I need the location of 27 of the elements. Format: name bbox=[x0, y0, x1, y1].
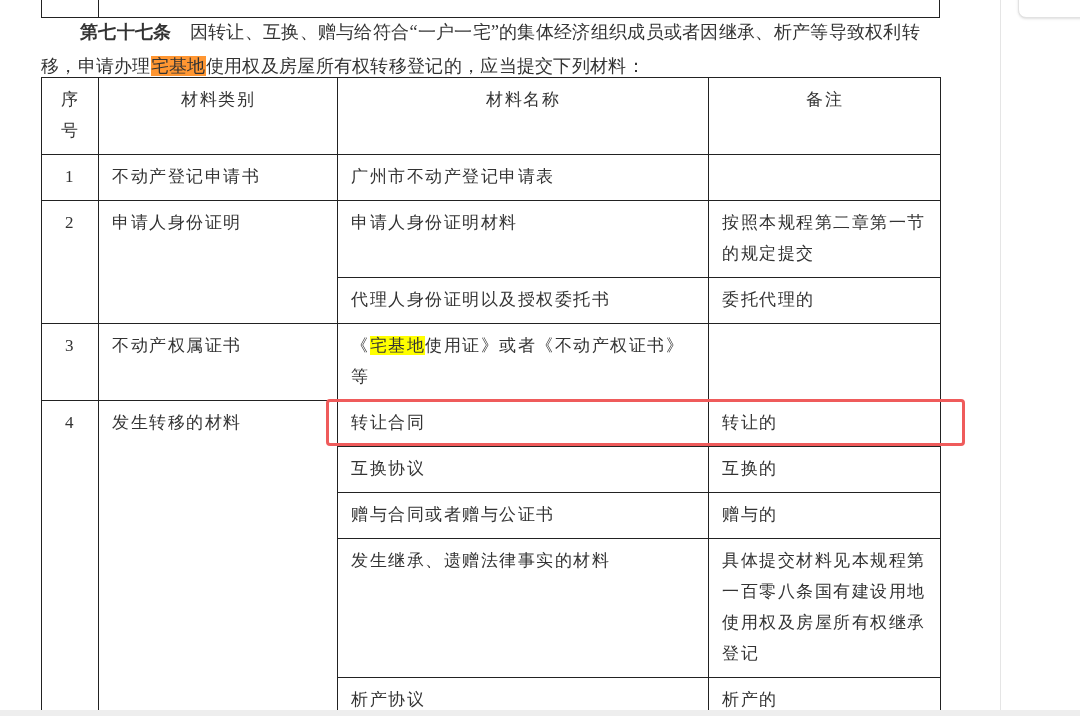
column-header: 序号 bbox=[41, 77, 99, 155]
cell-text: 《宅基地使用证》或者《不动产权证书》等 bbox=[351, 335, 685, 388]
cell-text: 广州市不动产登记申请表 bbox=[351, 166, 556, 188]
cell-text: 代理人身份证明以及授权委托书 bbox=[351, 289, 611, 311]
table-cell: 3 bbox=[41, 323, 99, 401]
cell-text: 赠与的 bbox=[722, 505, 778, 524]
column-header: 材料名称 bbox=[337, 77, 709, 155]
cell-text: 互换的 bbox=[722, 459, 778, 478]
cell-text: 具体提交材料见本规程第一百零八条国有建设用地使用权及房屋所有权继承登记 bbox=[722, 551, 926, 663]
cell-text: 按照本规程第二章第一节的规定提交 bbox=[722, 213, 926, 263]
column-header: 备注 bbox=[708, 77, 941, 155]
cell-text: 赠与合同或者赠与公证书 bbox=[351, 504, 556, 526]
cell-text: 转让合同 bbox=[351, 412, 426, 434]
cell-text: 析产协议 bbox=[351, 689, 426, 710]
cell-text: 发生继承、遗赠法律事实的材料 bbox=[351, 550, 611, 572]
cell-text: 互换协议 bbox=[351, 458, 426, 480]
column-header: 材料类别 bbox=[98, 77, 338, 155]
table-cell: 1 bbox=[41, 154, 99, 201]
table-cell: 申请人身份证明 bbox=[98, 200, 338, 324]
table-cell: 2 bbox=[41, 200, 99, 324]
article-paragraph: 第七十七条 因转让、互换、赠与给符合“一户一宅”的集体经济组织成员或者因继承、析产等导致权利转移，申请办理宅基地使用权及房屋所有权转移登记的，应当提交下列材料： bbox=[41, 21, 921, 78]
cell-text: 转让的 bbox=[722, 413, 778, 432]
table-cell: 不动产权属证书 bbox=[98, 323, 338, 401]
cell-text: 申请人身份证明材料 bbox=[351, 212, 519, 234]
table-cell: 不动产登记申请书 bbox=[98, 154, 338, 201]
cell-text: 委托代理的 bbox=[722, 290, 815, 309]
cell-text: 析产的 bbox=[722, 690, 778, 709]
